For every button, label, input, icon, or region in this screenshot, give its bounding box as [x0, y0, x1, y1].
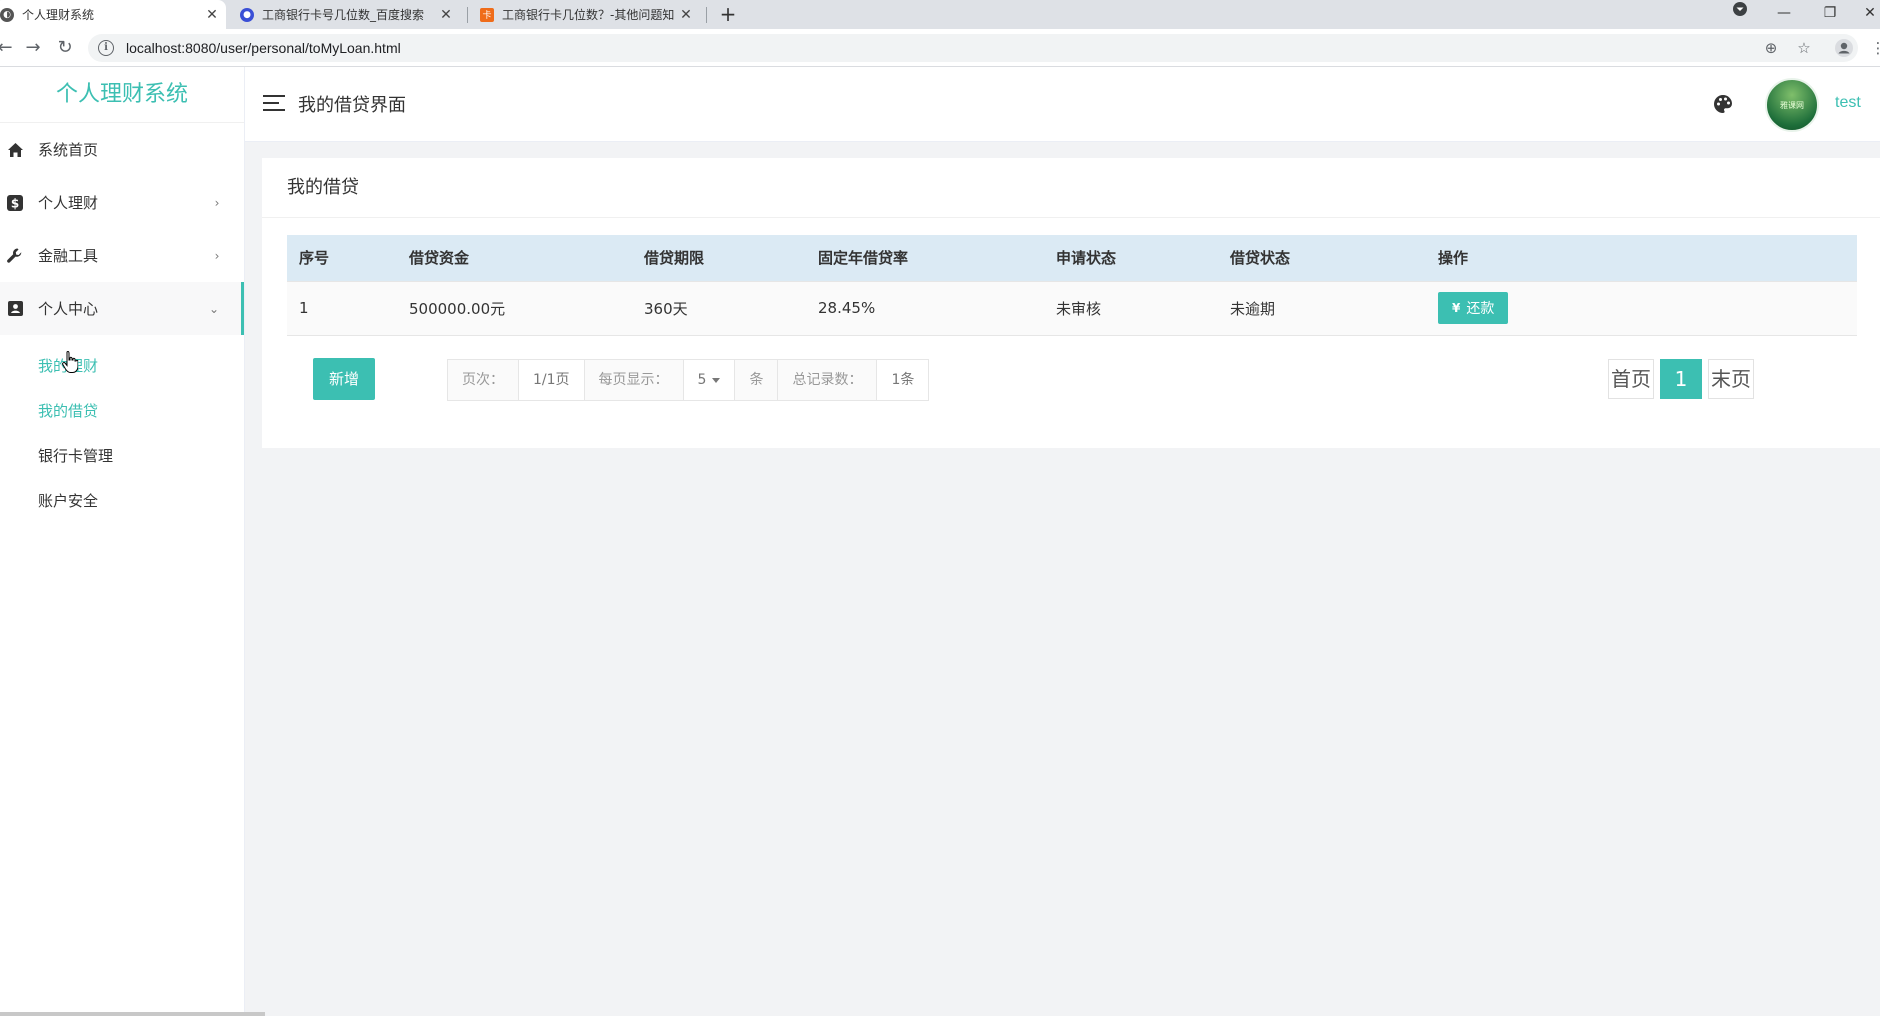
tab-title: 工商银行卡几位数？-其他问题知	[502, 8, 675, 22]
first-page-button[interactable]: 首页	[1608, 359, 1654, 399]
col-header-index: 序号	[287, 235, 397, 282]
contact-card-icon	[6, 300, 24, 318]
sidebar-item-personal-finance[interactable]: $ 个人理财 ›	[0, 176, 244, 229]
col-header-rate: 固定年借贷率	[806, 235, 1044, 282]
table-row: 1 500000.00元 360天 28.45% 未审核 未逾期 ¥ 还款	[287, 281, 1857, 336]
new-tab-button[interactable]: +	[716, 2, 740, 26]
globe-icon: ◐	[0, 7, 14, 22]
page-value: 1/1页	[519, 360, 585, 400]
sidebar-item-label: 金融工具	[38, 247, 99, 265]
baidu-paw-icon: ●	[240, 7, 254, 22]
last-page-button[interactable]: 末页	[1708, 359, 1754, 399]
horizontal-scrollbar[interactable]	[0, 1012, 265, 1016]
page-title: 我的借贷界面	[298, 95, 406, 116]
col-header-action: 操作	[1426, 235, 1857, 282]
loan-card: 我的借贷 序号 借贷资金 借贷期限 固定年借贷率 申请状态 借贷状态 操作 1 …	[262, 158, 1880, 448]
yen-icon: ¥	[1452, 301, 1461, 315]
pager-info: 页次： 1/1页 每页显示： 5 条 总记录数： 1条	[447, 359, 930, 401]
avatar-logo-text: 雅课网	[1780, 100, 1804, 110]
profile-icon[interactable]	[1834, 38, 1854, 58]
back-icon[interactable]: ←	[0, 37, 16, 59]
sidebar-item-personal-center[interactable]: 个人中心 ⌄	[0, 282, 244, 335]
tab-search-icon[interactable]	[1720, 0, 1760, 29]
tab-separator	[467, 7, 468, 23]
tab-separator	[706, 7, 707, 23]
add-loan-button[interactable]: 新增	[313, 358, 375, 400]
reload-icon[interactable]: ↻	[54, 37, 76, 59]
svg-text:$: $	[11, 196, 19, 210]
chevron-right-icon: ›	[214, 195, 220, 210]
browser-tab-zhidao[interactable]: 卡 工商银行卡几位数？-其他问题知 ✕	[474, 0, 700, 29]
caret-down-icon	[712, 377, 721, 383]
menu-toggle-icon[interactable]	[263, 95, 285, 111]
home-icon	[6, 141, 24, 159]
wrench-icon	[6, 247, 24, 265]
app-logo[interactable]: 个人理财系统	[0, 67, 244, 123]
page-navigation: 首页 1 末页	[1608, 359, 1760, 399]
zhidao-icon: 卡	[480, 7, 494, 22]
chevron-right-icon: ›	[214, 248, 220, 263]
close-window-icon[interactable]: ✕	[1850, 0, 1880, 29]
address-bar: ← → ↻ i localhost:8080/user/personal/toM…	[0, 29, 1880, 67]
page-label: 页次：	[448, 360, 519, 400]
browser-menu-icon[interactable]: ⋮	[1868, 38, 1880, 58]
per-page-select[interactable]: 5	[683, 360, 736, 400]
sidebar-item-label: 个人中心	[38, 300, 99, 318]
repay-button[interactable]: ¥ 还款	[1438, 292, 1509, 324]
per-page-value: 5	[697, 372, 707, 388]
cell-rate: 28.45%	[806, 281, 1044, 336]
palette-icon[interactable]	[1713, 94, 1733, 114]
cell-term: 360天	[632, 281, 806, 336]
submenu-item-my-loan[interactable]: 我的借贷	[0, 389, 244, 434]
forward-icon[interactable]: →	[22, 37, 44, 59]
browser-tab-bar: ◐ 个人理财系统 ✕ ● 工商银行卡号几位数_百度搜索 ✕ 卡 工商银行卡几位数…	[0, 0, 1880, 29]
chevron-down-icon: ⌄	[208, 301, 220, 316]
sidebar-item-home[interactable]: 系统首页	[0, 123, 244, 176]
submenu-item-account-security[interactable]: 账户安全	[0, 479, 244, 524]
browser-tab-baidu[interactable]: ● 工商银行卡号几位数_百度搜索 ✕	[234, 0, 460, 29]
site-info-icon[interactable]: i	[98, 40, 114, 56]
cell-index: 1	[287, 281, 397, 336]
minimize-icon[interactable]: —	[1764, 0, 1804, 29]
tab-close-icon[interactable]: ✕	[438, 7, 454, 23]
col-header-loan-status: 借贷状态	[1218, 235, 1426, 282]
submenu-item-bank-cards[interactable]: 银行卡管理	[0, 434, 244, 479]
sidebar-item-label: 系统首页	[38, 141, 99, 159]
per-page-label: 每页显示：	[585, 360, 684, 400]
per-page-unit: 条	[735, 360, 779, 400]
url-text[interactable]: localhost:8080/user/personal/toMyLoan.ht…	[126, 40, 401, 56]
avatar[interactable]: 雅课网	[1765, 78, 1819, 132]
url-field[interactable]: i localhost:8080/user/personal/toMyLoan.…	[88, 34, 1858, 62]
username-link[interactable]: test	[1835, 94, 1861, 112]
tab-title: 个人理财系统	[22, 8, 95, 22]
dollar-icon: $	[6, 194, 24, 212]
table-header-row: 序号 借贷资金 借贷期限 固定年借贷率 申请状态 借贷状态 操作	[287, 235, 1857, 282]
cell-apply-status: 未审核	[1044, 281, 1218, 336]
restore-icon[interactable]: ❐	[1810, 0, 1850, 29]
total-label: 总记录数：	[778, 360, 878, 400]
browser-tab-active[interactable]: ◐ 个人理财系统 ✕	[0, 0, 226, 29]
sidebar-item-finance-tools[interactable]: 金融工具 ›	[0, 229, 244, 282]
bookmark-star-icon[interactable]: ☆	[1794, 38, 1814, 58]
hand-cursor-icon	[62, 351, 78, 373]
cell-loan-status: 未逾期	[1218, 281, 1426, 336]
card-title: 我的借贷	[262, 158, 1880, 218]
sidebar-item-label: 个人理财	[38, 194, 99, 212]
cell-action: ¥ 还款	[1426, 281, 1857, 336]
current-page-button[interactable]: 1	[1660, 359, 1702, 399]
submenu-item-my-finance[interactable]: 我的理财	[0, 344, 244, 389]
cell-amount: 500000.00元	[397, 281, 632, 336]
col-header-term: 借贷期限	[632, 235, 806, 282]
sidebar: 个人理财系统 系统首页 $ 个人理财 › 金融工具 › 个人中心 ⌄ 我的理财 …	[0, 67, 245, 1016]
tab-close-icon[interactable]: ✕	[678, 7, 694, 23]
zoom-icon[interactable]: ⊕	[1761, 38, 1781, 58]
total-value: 1条	[877, 360, 929, 400]
top-header: 我的借贷界面 雅课网 test	[245, 67, 1880, 142]
col-header-apply-status: 申请状态	[1044, 235, 1218, 282]
col-header-amount: 借贷资金	[397, 235, 632, 282]
tab-title: 工商银行卡号几位数_百度搜索	[262, 8, 425, 22]
repay-button-label: 还款	[1466, 301, 1495, 317]
tab-close-icon[interactable]: ✕	[204, 7, 220, 23]
loan-table: 序号 借贷资金 借贷期限 固定年借贷率 申请状态 借贷状态 操作 1 50000…	[287, 235, 1857, 336]
